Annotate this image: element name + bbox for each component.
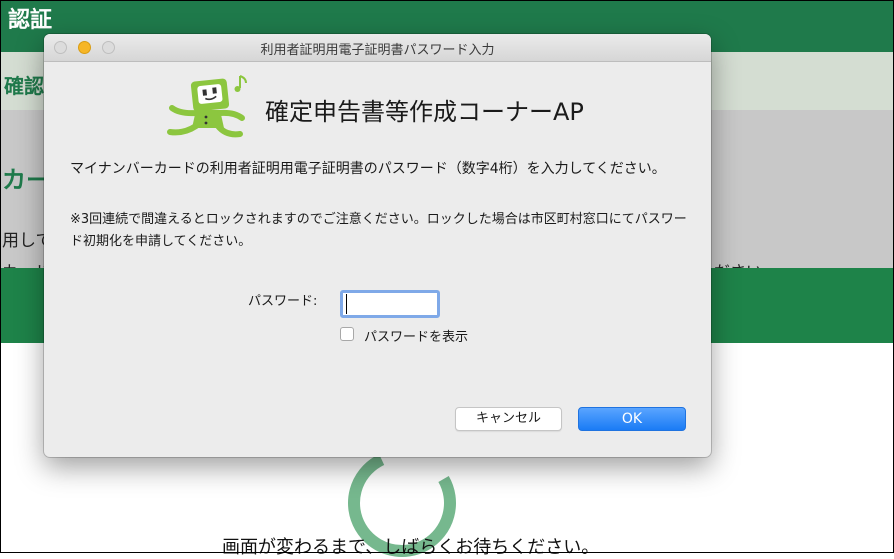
show-password-checkbox[interactable] [340,327,354,341]
page-section-heading: カー [2,166,50,194]
app-title: 確定申告書等作成コーナーAP [265,98,584,126]
page-header-title: 認証 [8,8,53,33]
instruction-message: マイナンバーカードの利用者証明用電子証明書のパスワード（数字4桁）を入力してくだ… [70,161,666,177]
text-caret [346,294,347,314]
password-label: パスワード: [248,294,318,309]
cancel-button[interactable]: キャンセル [455,407,562,431]
ok-button[interactable]: OK [578,407,686,431]
dialog-title: 利用者証明用電子証明書パスワード入力 [260,43,495,58]
loading-message: 画面が変わるまで、しばらくお待ちください。 [222,537,600,558]
lock-warning-message: ※3回連続で間違えるとロックされますのでご注意ください。ロックした場合は市区町村… [70,212,687,249]
password-dialog: 利用者証明用電子証明書パスワード入力 確定申告書等作成コーナーAP マイナンバー… [44,34,711,457]
mascot-icon [167,75,247,138]
page-subheader-title: 確認 [4,74,44,98]
show-password-label[interactable]: パスワードを表示 [364,326,468,345]
dialog-titlebar[interactable]: 利用者証明用電子証明書パスワード入力 [44,34,711,62]
password-input[interactable] [340,290,440,318]
